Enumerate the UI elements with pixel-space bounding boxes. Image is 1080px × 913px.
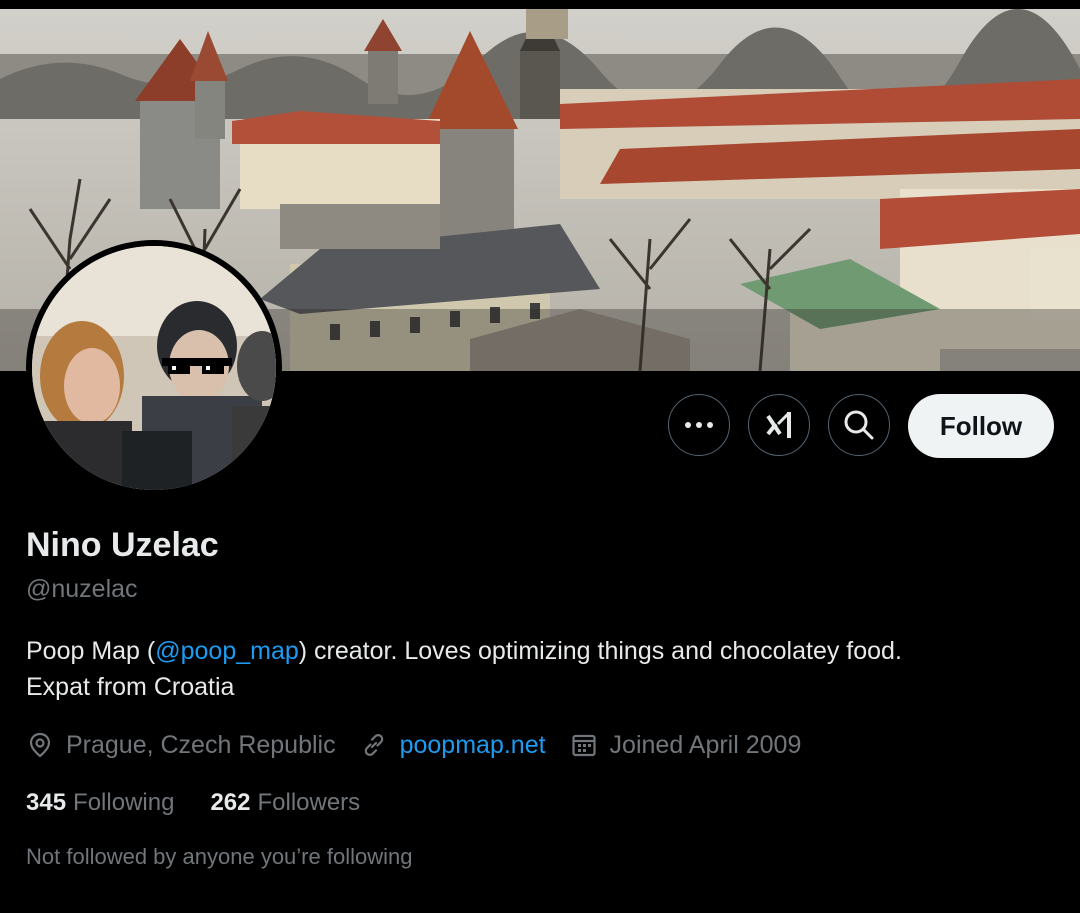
grok-button[interactable]: [748, 394, 810, 456]
profile-name: Nino Uzelac: [26, 526, 219, 564]
followers-link[interactable]: 262 Followers: [210, 789, 360, 817]
calendar-icon: [571, 734, 596, 757]
joined-item: Joined April 2009: [570, 730, 802, 760]
following-link[interactable]: 345 Following: [26, 789, 174, 817]
link-icon: [364, 734, 383, 756]
follow-button[interactable]: Follow: [908, 394, 1054, 458]
grok-icon: [766, 411, 791, 438]
location-item: Prague, Czech Republic: [26, 731, 336, 760]
top-bar: [0, 0, 1080, 9]
avatar[interactable]: [32, 246, 276, 490]
website-link[interactable]: poopmap.net: [400, 731, 546, 760]
follow-counts: 345 Following 262 Followers: [26, 789, 396, 817]
following-count: 345: [26, 789, 67, 816]
mutuals-note: Not followed by anyone you’re following: [26, 844, 413, 869]
followers-count: 262: [210, 789, 251, 816]
bio-text-start: Poop Map (: [26, 637, 156, 665]
following-label: Following: [73, 789, 175, 816]
more-icon: [685, 422, 713, 428]
location-text: Prague, Czech Republic: [66, 730, 336, 759]
profile-bio: Poop Map (@poop_map) creator. Loves opti…: [26, 633, 1056, 705]
location-pin-icon: [29, 732, 51, 758]
search-icon: [844, 410, 874, 440]
more-button[interactable]: [668, 394, 730, 456]
search-button[interactable]: [828, 394, 890, 456]
profile-handle: @nuzelac: [26, 575, 138, 603]
website-item: poopmap.net: [360, 731, 546, 760]
joined-text: Joined April 2009: [609, 730, 802, 759]
profile-meta: Prague, Czech Republic poopmap.net Joine…: [26, 727, 825, 763]
avatar-border: [26, 240, 282, 496]
followers-label: Followers: [257, 789, 361, 816]
bio-text-end: ) creator. Loves optimizing things and c…: [298, 637, 902, 665]
bio-mention-link[interactable]: @poop_map: [155, 637, 299, 665]
bio-line-2: Expat from Croatia: [26, 673, 235, 701]
